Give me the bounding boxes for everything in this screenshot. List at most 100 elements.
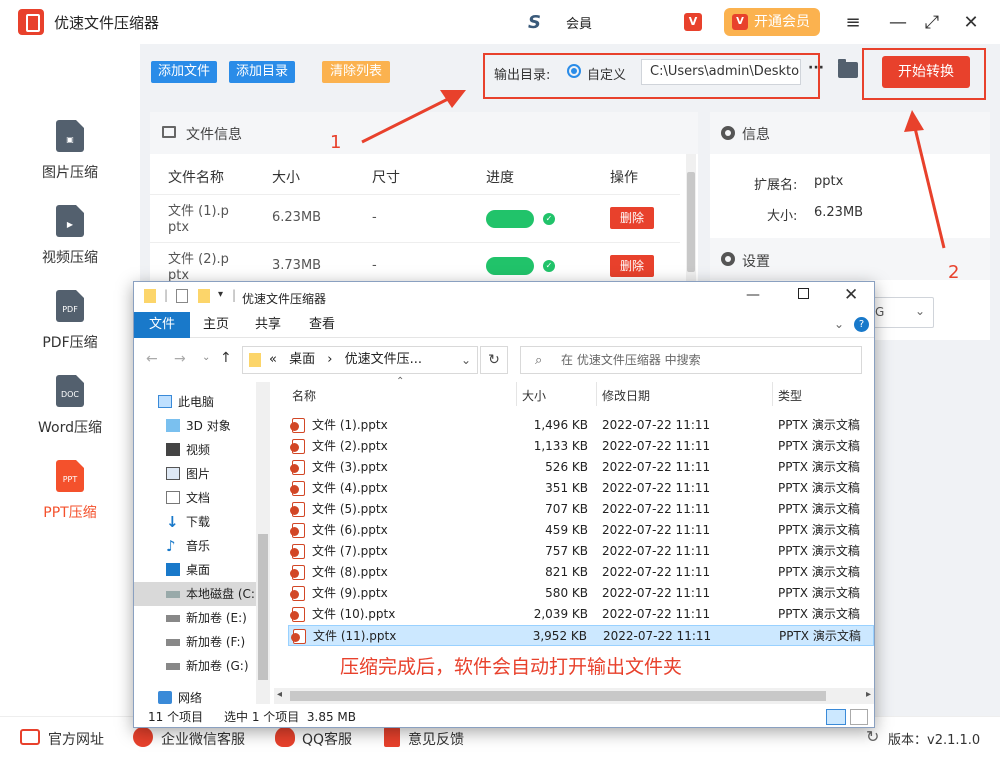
refresh-icon[interactable]: ↻ xyxy=(866,727,879,746)
properties-icon[interactable] xyxy=(176,289,188,303)
file-name: 文件 (1).pptx xyxy=(312,418,388,432)
file-size: 3,952 KB xyxy=(532,629,587,643)
new-folder-icon[interactable] xyxy=(198,289,210,303)
horizontal-scrollbar[interactable]: ◂ ▸ xyxy=(274,688,874,704)
completion-note: 压缩完成后，软件会自动打开输出文件夹 xyxy=(340,656,683,678)
nav-drive-g[interactable]: 新加卷 (G:) xyxy=(134,654,258,678)
file-type: PPTX 演示文稿 xyxy=(779,629,861,643)
nav-music[interactable]: ♪ 音乐 xyxy=(134,534,258,558)
file-row[interactable]: 文件 (4).pptx 351 KB 2022-07-22 11:11 PPTX 演示… xyxy=(288,478,874,499)
scroll-right-icon[interactable]: ▸ xyxy=(866,689,871,700)
minimize-icon[interactable]: — xyxy=(746,287,760,303)
qq-icon xyxy=(275,727,295,747)
3d-objects-icon xyxy=(166,419,180,432)
music-folder-icon: ♪ xyxy=(166,537,176,555)
forward-icon[interactable]: → xyxy=(174,351,186,367)
website-link[interactable]: 官方网址 xyxy=(48,729,104,749)
file-row[interactable]: 文件 (9).pptx 580 KB 2022-07-22 11:11 PPTX 演示… xyxy=(288,583,874,604)
file-row[interactable]: 文件 (6).pptx 459 KB 2022-07-22 11:11 PPTX 演示… xyxy=(288,520,874,541)
col-separator[interactable] xyxy=(516,382,517,406)
wechat-service-link[interactable]: 企业微信客服 xyxy=(161,729,245,749)
qat-dropdown-icon[interactable]: ▾ xyxy=(218,289,223,300)
explorer-title: 优速文件压缩器 xyxy=(242,292,327,306)
breadcrumb-current[interactable]: 优速文件压... xyxy=(345,352,422,367)
file-type: PPTX 演示文稿 xyxy=(778,460,860,474)
nav-scrollbar[interactable] xyxy=(256,382,270,704)
file-modified: 2022-07-22 11:11 xyxy=(602,586,711,600)
nav-videos[interactable]: 视频 xyxy=(134,438,258,462)
ribbon-expand-icon[interactable]: ⌄ xyxy=(834,317,844,331)
details-view-icon[interactable] xyxy=(826,709,846,725)
breadcrumb-separator: › xyxy=(327,352,333,367)
file-modified: 2022-07-22 11:11 xyxy=(602,481,711,495)
nav-drive-c[interactable]: 本地磁盘 (C: xyxy=(134,582,256,606)
file-name: 文件 (4).pptx xyxy=(312,481,388,495)
up-icon[interactable]: ↑ xyxy=(220,350,232,366)
nav-documents[interactable]: 文档 xyxy=(134,486,258,510)
close-icon[interactable]: ✕ xyxy=(844,285,858,305)
file-row[interactable]: 文件 (8).pptx 821 KB 2022-07-22 11:11 PPTX 演示… xyxy=(288,562,874,583)
sort-indicator-icon: ⌃ xyxy=(396,376,405,387)
col-type[interactable]: 类型 xyxy=(778,387,802,404)
qq-service-link[interactable]: QQ客服 xyxy=(302,729,352,749)
pptx-file-icon xyxy=(290,481,305,496)
address-dropdown-icon[interactable]: ⌄ xyxy=(461,347,471,373)
file-size: 580 KB xyxy=(545,586,588,600)
maximize-icon[interactable] xyxy=(798,288,809,299)
network-icon xyxy=(158,691,172,704)
address-bar[interactable]: « 桌面 › 优速文件压... ⌄ xyxy=(242,346,478,374)
back-icon[interactable]: ← xyxy=(146,351,158,367)
pptx-file-icon xyxy=(290,460,305,475)
hscroll-thumb[interactable] xyxy=(290,691,826,701)
col-name[interactable]: 名称 xyxy=(292,387,316,404)
help-icon[interactable]: ? xyxy=(854,317,869,332)
nav-drive-f[interactable]: 新加卷 (F:) xyxy=(134,630,258,654)
pptx-file-icon xyxy=(290,586,305,601)
col-separator[interactable] xyxy=(596,382,597,406)
file-row[interactable]: 文件 (3).pptx 526 KB 2022-07-22 11:11 PPTX 演示… xyxy=(288,457,874,478)
drive-f-icon xyxy=(166,639,180,646)
nav-downloads[interactable]: ↓ 下载 xyxy=(134,510,258,534)
tab-view[interactable]: 查看 xyxy=(300,312,344,338)
arrow-2-line xyxy=(913,127,946,249)
refresh-icon[interactable]: ↻ xyxy=(480,346,508,374)
search-input[interactable]: ⌕ 在 优速文件压缩器 中搜索 xyxy=(520,346,862,374)
file-name: 文件 (7).pptx xyxy=(312,544,388,558)
file-row[interactable]: 文件 (1).pptx 1,496 KB 2022-07-22 11:11 PPTX … xyxy=(288,415,874,436)
file-row[interactable]: 文件 (2).pptx 1,133 KB 2022-07-22 11:11 PPTX … xyxy=(288,436,874,457)
file-row[interactable]: 文件 (11).pptx 3,952 KB 2022-07-22 11:11 PPTX… xyxy=(288,625,874,646)
file-name: 文件 (8).pptx xyxy=(312,565,388,579)
recent-dropdown-icon[interactable]: ⌄ xyxy=(202,352,210,363)
file-type: PPTX 演示文稿 xyxy=(778,586,860,600)
col-size[interactable]: 大小 xyxy=(522,387,546,404)
file-size: 1,496 KB xyxy=(533,418,588,432)
file-modified: 2022-07-22 11:11 xyxy=(602,439,711,453)
nav-scroll-thumb[interactable] xyxy=(258,534,268,680)
file-row[interactable]: 文件 (10).pptx 2,039 KB 2022-07-22 11:11 PPTX… xyxy=(288,604,874,625)
tab-home[interactable]: 主页 xyxy=(194,312,238,338)
scroll-left-icon[interactable]: ◂ xyxy=(277,689,282,700)
drive-c-icon xyxy=(166,591,180,598)
file-row[interactable]: 文件 (7).pptx 757 KB 2022-07-22 11:11 PPTX 演示… xyxy=(288,541,874,562)
nav-desktop[interactable]: 桌面 xyxy=(134,558,258,582)
nav-3d-objects[interactable]: 3D 对象 xyxy=(134,414,258,438)
col-separator[interactable] xyxy=(772,382,773,406)
nav-drive-e[interactable]: 新加卷 (E:) xyxy=(134,606,258,630)
file-name: 文件 (5).pptx xyxy=(312,502,388,516)
large-icons-view-icon[interactable] xyxy=(850,709,868,725)
file-type: PPTX 演示文稿 xyxy=(778,439,860,453)
file-type: PPTX 演示文稿 xyxy=(778,565,860,579)
feedback-link[interactable]: 意见反馈 xyxy=(408,729,464,749)
nav-this-pc[interactable]: 此电脑 xyxy=(134,390,258,414)
file-modified: 2022-07-22 11:11 xyxy=(602,523,711,537)
tab-share[interactable]: 共享 xyxy=(246,312,290,338)
file-name: 文件 (3).pptx xyxy=(312,460,388,474)
pptx-file-icon xyxy=(290,544,305,559)
breadcrumb-desktop[interactable]: 桌面 xyxy=(289,352,315,367)
file-modified: 2022-07-22 11:11 xyxy=(602,607,711,621)
qat-divider: | xyxy=(232,288,237,302)
file-row[interactable]: 文件 (5).pptx 707 KB 2022-07-22 11:11 PPTX 演示… xyxy=(288,499,874,520)
col-modified[interactable]: 修改日期 xyxy=(602,387,650,404)
tab-file[interactable]: 文件 xyxy=(134,312,190,338)
nav-pictures[interactable]: 图片 xyxy=(134,462,258,486)
